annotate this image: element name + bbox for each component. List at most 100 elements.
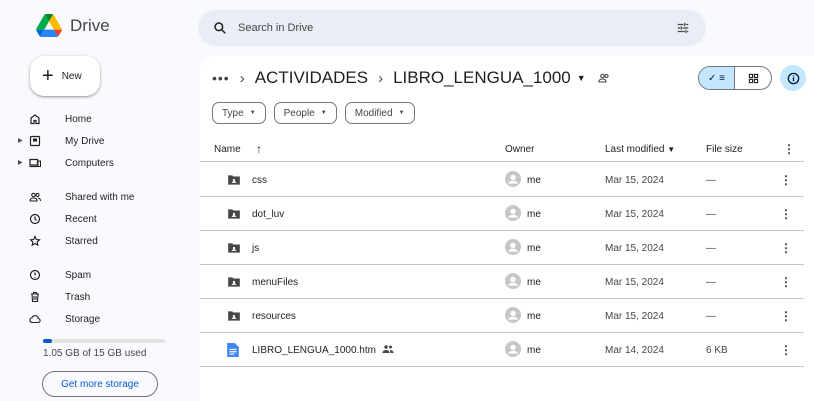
filter-type[interactable]: Type ▼: [212, 102, 266, 124]
shared-folder-icon: [598, 73, 609, 83]
recent-icon: [29, 213, 41, 225]
cloud-icon: [29, 315, 41, 324]
sidebar-item-label: Storage: [65, 313, 101, 325]
shared-icon: [376, 344, 394, 357]
new-button[interactable]: + New: [30, 56, 100, 96]
column-label: Last modified: [605, 144, 665, 155]
list-icon: ≡: [719, 72, 726, 84]
filter-people[interactable]: People ▼: [273, 102, 337, 124]
more-actions-icon[interactable]: ⋮: [780, 163, 792, 197]
table-row[interactable]: css me Mar 15, 2024 — ⋮: [200, 163, 804, 197]
get-more-storage-button[interactable]: Get more storage: [42, 371, 158, 397]
last-modified: Mar 15, 2024: [605, 208, 664, 220]
more-vert-icon[interactable]: ⋮: [783, 142, 795, 156]
folder-menu-dropdown-icon[interactable]: ▼: [577, 73, 586, 83]
owner-cell: me: [505, 163, 541, 197]
grid-icon: [748, 73, 758, 83]
more-actions-icon[interactable]: ⋮: [780, 231, 792, 265]
column-label: Name: [214, 144, 241, 155]
sidebar-item-label: My Drive: [65, 135, 105, 147]
breadcrumb-item[interactable]: ACTIVIDADES: [255, 68, 368, 88]
file-name-text: LIBRO_LENGUA_1000.htm: [252, 344, 376, 356]
table-row[interactable]: LIBRO_LENGUA_1000.htm me Mar 14, 2024 6 KB ⋮: [200, 333, 804, 367]
sidebar-item-trash[interactable]: Trash: [0, 286, 190, 308]
details-button[interactable]: [780, 65, 806, 91]
file-list: css me Mar 15, 2024— ⋮ dot_luv me Mar 15, 2024…: [200, 163, 804, 367]
main-panel: ••• › ACTIVIDADES › LIBRO_LENGUA_1000 ▼ …: [200, 56, 814, 401]
avatar: [505, 340, 521, 360]
column-name-header[interactable]: Name: [214, 144, 241, 155]
shared-folder-icon: [227, 197, 241, 231]
drive-logo[interactable]: Drive: [36, 14, 110, 37]
storage-bar-fill: [43, 339, 52, 343]
dropdown-arrow-icon: ▼: [320, 110, 327, 116]
storage-bar: [43, 339, 165, 343]
more-actions-icon[interactable]: ⋮: [780, 265, 792, 299]
owner-name: me: [527, 344, 541, 356]
sidebar-item-spam[interactable]: Spam: [0, 264, 190, 286]
sidebar-item-recent[interactable]: Recent: [0, 208, 190, 230]
table-row[interactable]: resources me Mar 15, 2024 — ⋮: [200, 299, 804, 333]
view-toggle: ✓ ≡: [698, 66, 772, 90]
file-size: 6 KB: [706, 344, 728, 356]
breadcrumb-separator: ›: [239, 69, 245, 87]
search-bar[interactable]: Search in Drive: [198, 10, 706, 46]
more-actions-icon[interactable]: ⋮: [780, 197, 792, 231]
sidebar-item-shared-with-me[interactable]: Shared with me: [0, 186, 190, 208]
caret-right-icon[interactable]: ▶: [18, 159, 23, 166]
caret-right-icon[interactable]: ▶: [18, 137, 23, 144]
sidebar-item-computers[interactable]: ▶ Computers: [0, 152, 190, 174]
file-name-text: menuFiles: [252, 276, 299, 288]
last-modified: Mar 15, 2024: [605, 242, 664, 254]
file-name-text: css: [252, 174, 267, 186]
file-name[interactable]: dot_luv: [252, 197, 284, 231]
more-actions-icon[interactable]: ⋮: [780, 333, 792, 367]
search-icon[interactable]: [213, 21, 227, 35]
avatar: [505, 204, 521, 224]
table-row[interactable]: dot_luv me Mar 15, 2024 — ⋮: [200, 197, 804, 231]
grid-view-button[interactable]: [735, 67, 771, 89]
sidebar-item-label: Home: [65, 113, 92, 125]
file-size: —: [706, 276, 716, 288]
sidebar-item-starred[interactable]: Starred: [0, 230, 190, 252]
search-input[interactable]: Search in Drive: [238, 22, 313, 34]
sidebar-item-my-drive[interactable]: ▶ My Drive: [0, 130, 190, 152]
search-options-icon[interactable]: [676, 21, 690, 35]
sidebar-item-storage[interactable]: Storage: [0, 308, 190, 330]
more-actions-icon[interactable]: ⋮: [780, 299, 792, 333]
filter-modified[interactable]: Modified ▼: [344, 102, 415, 124]
breadcrumb-overflow[interactable]: •••: [212, 70, 230, 86]
file-name[interactable]: js: [252, 231, 259, 265]
owner-cell: me: [505, 231, 541, 265]
file-name-text: resources: [252, 310, 296, 322]
file-name[interactable]: menuFiles: [252, 265, 298, 299]
document-icon: [227, 333, 239, 367]
file-name[interactable]: css: [252, 163, 267, 197]
avatar: [505, 238, 521, 258]
avatar: [505, 272, 521, 292]
file-name[interactable]: resources: [252, 299, 296, 333]
table-row[interactable]: menuFiles me Mar 15, 2024 — ⋮: [200, 265, 804, 299]
owner-cell: me: [505, 265, 541, 299]
filter-label: Modified: [354, 107, 393, 119]
list-view-button[interactable]: ✓ ≡: [699, 67, 736, 89]
last-modified: Mar 14, 2024: [605, 344, 664, 356]
sidebar-item-label: Starred: [65, 235, 98, 247]
last-modified: Mar 15, 2024: [605, 174, 664, 186]
sort-dropdown-icon: ▼: [667, 145, 676, 154]
plus-icon: +: [42, 65, 54, 87]
sidebar-item-home[interactable]: Home: [0, 108, 190, 130]
sidebar-item-label: Computers: [65, 157, 114, 169]
column-modified-header[interactable]: Last modified ▼: [605, 144, 675, 155]
file-name-text: dot_luv: [252, 208, 285, 220]
file-name[interactable]: LIBRO_LENGUA_1000.htm: [252, 333, 394, 367]
page-title[interactable]: LIBRO_LENGUA_1000: [393, 68, 571, 88]
computers-icon: [29, 158, 41, 168]
sort-arrow-up-icon[interactable]: ↑: [256, 142, 262, 156]
drive-logo-icon: [36, 14, 62, 37]
table-row[interactable]: js me Mar 15, 2024 — ⋮: [200, 231, 804, 265]
owner-name: me: [527, 276, 541, 288]
column-label: Owner: [505, 144, 535, 155]
